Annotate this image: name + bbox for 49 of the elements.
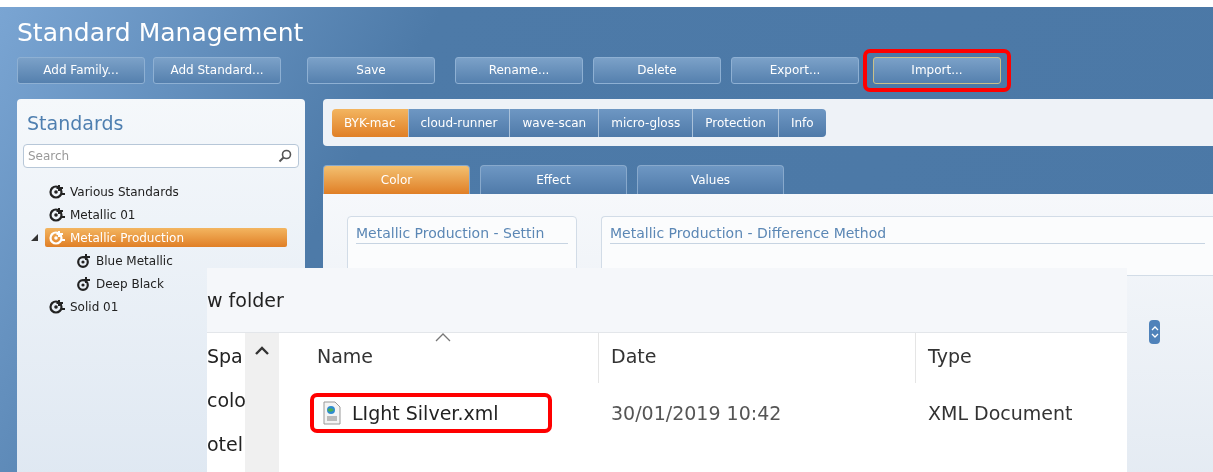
- file-date: 30/01/2019 10:42: [610, 402, 783, 424]
- target-icon: [49, 299, 66, 314]
- scrollbar[interactable]: [245, 333, 279, 472]
- xml-file-icon: [322, 401, 342, 425]
- tree-item[interactable]: Deep Black: [73, 274, 168, 293]
- expanded-arrow-icon[interactable]: [30, 234, 38, 241]
- toolbar-button[interactable]: Rename...: [455, 56, 583, 84]
- column-header[interactable]: Type: [916, 333, 1127, 383]
- device-tab[interactable]: Info: [778, 108, 826, 137]
- tree-item[interactable]: Blue Metallic: [73, 251, 177, 270]
- view-tab[interactable]: Effect: [480, 165, 627, 194]
- target-icon: [77, 276, 92, 291]
- toolbar-button[interactable]: Add Family...: [17, 56, 145, 84]
- target-icon: [49, 230, 66, 245]
- device-tab[interactable]: BYK-mac: [332, 108, 409, 137]
- view-tab[interactable]: Color: [323, 165, 470, 194]
- view-tab[interactable]: Values: [637, 165, 784, 194]
- group-title: Metallic Production - Difference Method: [610, 225, 1205, 244]
- column-header[interactable]: Date: [599, 333, 916, 383]
- nav-item[interactable]: colo: [207, 389, 245, 433]
- target-icon: [77, 253, 92, 268]
- toolbar-button[interactable]: Import...: [873, 56, 1001, 84]
- tree-item[interactable]: Various Standards: [45, 182, 183, 201]
- file-name[interactable]: LIght Silver.xml: [352, 402, 499, 424]
- toolbar-button[interactable]: Add Standard...: [153, 56, 281, 84]
- device-tab[interactable]: Protection: [693, 108, 779, 137]
- tree-item[interactable]: Metallic Production: [45, 228, 287, 247]
- device-tab[interactable]: wave-scan: [510, 108, 600, 137]
- nav-item[interactable]: Spa: [207, 345, 245, 389]
- target-icon: [49, 184, 66, 199]
- column-header[interactable]: Name: [279, 333, 599, 383]
- breadcrumb[interactable]: w folder: [207, 289, 284, 311]
- file-type: XML Document: [927, 402, 1073, 424]
- nav-item[interactable]: otel: [207, 433, 245, 472]
- target-icon: [49, 207, 66, 222]
- chevron-up-icon[interactable]: [254, 346, 270, 356]
- toolbar-button[interactable]: Export...: [731, 56, 859, 84]
- device-tab[interactable]: cloud-runner: [408, 108, 511, 137]
- search-field[interactable]: Search: [23, 144, 299, 168]
- panel-title: Standards: [26, 111, 125, 136]
- search-icon: [278, 149, 292, 163]
- device-tab[interactable]: micro-gloss: [599, 108, 694, 137]
- spin-button[interactable]: [1149, 320, 1160, 344]
- tree-item[interactable]: Solid 01: [45, 297, 123, 316]
- toolbar-button[interactable]: Delete: [593, 56, 721, 84]
- toolbar-button[interactable]: Save: [307, 56, 435, 84]
- tree-item[interactable]: Metallic 01: [45, 205, 140, 224]
- group-title: Metallic Production - Settin: [356, 225, 568, 244]
- window-title: Standard Management: [17, 17, 305, 47]
